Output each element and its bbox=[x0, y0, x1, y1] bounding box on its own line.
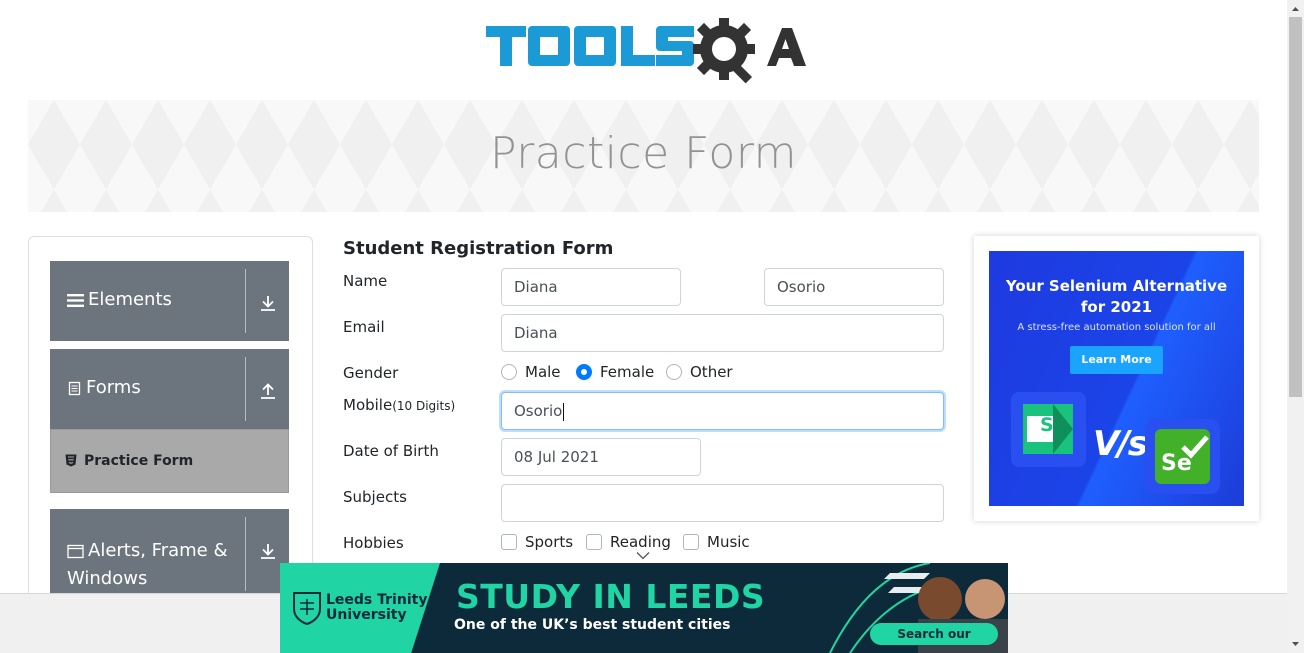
hamburger-icon bbox=[67, 293, 84, 307]
gender-option-label[interactable]: Female bbox=[600, 363, 654, 381]
gender-radio-other[interactable] bbox=[666, 364, 682, 380]
side-ad[interactable]: Your Selenium Alternative for 2021 A str… bbox=[989, 251, 1244, 506]
sidebar-group-alerts[interactable]: Alerts, Frame & Windows bbox=[50, 509, 289, 599]
logo-text-tools bbox=[486, 26, 694, 66]
ad-subline: One of the UK’s best student cities bbox=[454, 617, 731, 633]
form-title: Student Registration Form bbox=[343, 238, 614, 259]
html5-icon bbox=[65, 454, 77, 467]
upload-icon[interactable] bbox=[259, 382, 277, 400]
hobby-option-label[interactable]: Reading bbox=[610, 533, 671, 551]
mobile-input[interactable]: Osorio bbox=[501, 392, 944, 430]
gender-radio-male[interactable] bbox=[501, 364, 517, 380]
hobby-checkbox-reading[interactable] bbox=[586, 534, 602, 550]
gear-icon bbox=[693, 18, 755, 84]
window-icon bbox=[67, 544, 84, 558]
university-crest-icon bbox=[293, 592, 321, 625]
page-scrollbar[interactable] bbox=[1287, 0, 1304, 653]
sidebar-item-practice-form[interactable]: Practice Form bbox=[50, 429, 289, 493]
toolsqa-logo[interactable] bbox=[484, 16, 806, 90]
university-name: Leeds Trinity University bbox=[326, 593, 427, 623]
scroll-down-icon[interactable] bbox=[1287, 636, 1304, 653]
ad-headline: STUDY IN LEEDS bbox=[456, 577, 766, 616]
sidebar-group-label-line2: Windows bbox=[67, 568, 148, 589]
gender-option-label[interactable]: Male bbox=[525, 363, 561, 381]
sidebar-group-forms[interactable]: Forms bbox=[50, 349, 289, 429]
gender-label: Gender bbox=[343, 364, 399, 382]
bottom-banner-ad[interactable]: Leeds Trinity University STUDY IN LEEDS … bbox=[280, 563, 1008, 653]
gender-radio-female[interactable] bbox=[576, 364, 592, 380]
hobby-option-label[interactable]: Music bbox=[707, 533, 750, 551]
scrollbar-thumb[interactable] bbox=[1289, 17, 1302, 397]
sidebar-item-label: Practice Form bbox=[84, 453, 194, 469]
hobby-checkbox-sports[interactable] bbox=[501, 534, 517, 550]
hobby-option-label[interactable]: Sports bbox=[525, 533, 573, 551]
subjects-label: Subjects bbox=[343, 488, 407, 506]
hobby-checkbox-music[interactable] bbox=[683, 534, 699, 550]
mobile-input-value: Osorio bbox=[514, 402, 563, 420]
left-logo-letter: S bbox=[1040, 414, 1054, 436]
sidebar-group-label: Forms bbox=[86, 377, 141, 398]
email-input[interactable]: Diana bbox=[501, 314, 944, 352]
page-title: Practice Form bbox=[489, 128, 798, 179]
ad-subline: A stress-free automation solution for al… bbox=[1017, 322, 1216, 333]
left-sidebar: Elements Forms Practice Form Alerts, Fra… bbox=[28, 236, 313, 599]
subjects-input[interactable] bbox=[501, 484, 944, 522]
group-divider bbox=[245, 357, 246, 421]
sidebar-group-elements[interactable]: Elements bbox=[50, 261, 289, 341]
search-courses-button[interactable]: Search our courses› bbox=[870, 623, 998, 653]
hobbies-label: Hobbies bbox=[343, 534, 404, 552]
logo-text-a bbox=[767, 28, 806, 66]
scroll-up-icon[interactable] bbox=[1287, 0, 1304, 17]
date-of-birth-input[interactable]: 08 Jul 2021 bbox=[501, 438, 701, 476]
page-banner: Practice Form bbox=[28, 100, 1259, 212]
chevron-down-icon[interactable] bbox=[636, 551, 650, 560]
gender-option-label[interactable]: Other bbox=[690, 363, 733, 381]
download-icon[interactable] bbox=[259, 294, 277, 312]
mobile-label-text: Mobile bbox=[343, 396, 393, 414]
text-caret bbox=[563, 402, 565, 421]
right-logo-letters: Se bbox=[1161, 451, 1192, 476]
university-name-2: University bbox=[326, 607, 407, 623]
sidebar-group-label: Elements bbox=[88, 289, 172, 310]
mobile-label: Mobile(10 Digits) bbox=[343, 396, 455, 414]
group-divider bbox=[245, 517, 246, 591]
download-icon[interactable] bbox=[259, 542, 277, 560]
ad-versus: V/s bbox=[1093, 424, 1148, 464]
ad-headline: Your Selenium Alternative bbox=[1005, 277, 1228, 295]
mobile-hint: (10 Digits) bbox=[392, 399, 456, 413]
first-name-input[interactable]: Diana bbox=[501, 268, 681, 306]
last-name-input[interactable]: Osorio bbox=[764, 268, 944, 306]
document-icon bbox=[68, 381, 81, 395]
name-label: Name bbox=[343, 272, 388, 290]
university-name-1: Leeds Trinity bbox=[326, 592, 428, 608]
group-divider bbox=[245, 269, 246, 333]
sidebar-group-label: Alerts, Frame & bbox=[88, 540, 228, 561]
ad-headline-2: for 2021 bbox=[1080, 298, 1153, 316]
email-label: Email bbox=[343, 318, 385, 336]
dob-label: Date of Birth bbox=[343, 442, 439, 460]
learn-more-button[interactable]: Learn More bbox=[1070, 346, 1163, 374]
